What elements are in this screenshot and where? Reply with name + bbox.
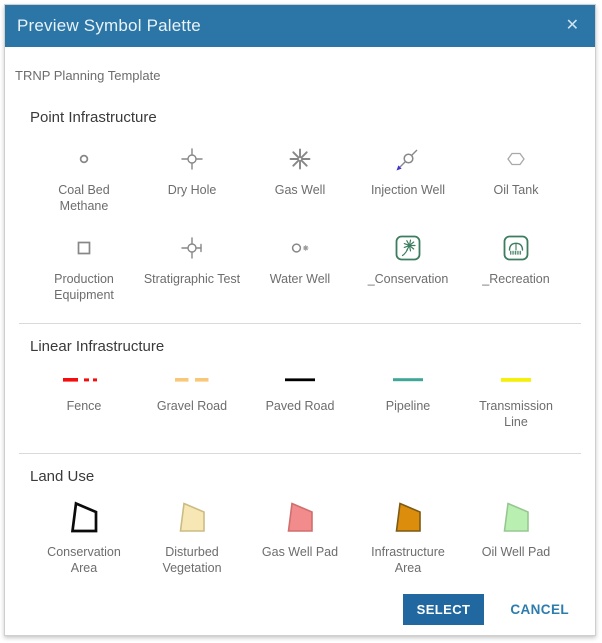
select-button[interactable]: SELECT (403, 594, 485, 625)
infrastructure-area-polygon-icon (390, 497, 426, 539)
dialog-title: Preview Symbol Palette (17, 16, 201, 36)
palette-item-pipeline: Pipeline (354, 355, 462, 431)
symbol-label: Water Well (270, 271, 330, 287)
water-well-icon (285, 230, 315, 266)
gas-well-pad-polygon-icon (282, 497, 318, 539)
stratigraphic-test-icon (177, 230, 207, 266)
palette-item-oil-tank: Oil Tank (462, 126, 570, 215)
point-symbol-grid: Coal Bed Methane Dry Hole (30, 126, 570, 303)
fence-line-icon (62, 367, 106, 393)
section-heading-landuse: Land Use (30, 468, 595, 485)
symbol-label: Pipeline (386, 398, 430, 414)
palette-item-transmission-line: Transmission Line (462, 355, 570, 431)
symbol-label: Gravel Road (157, 398, 227, 414)
pipeline-line-icon (392, 367, 424, 393)
section-heading-point: Point Infrastructure (30, 109, 595, 126)
palette-item-oil-well-pad: Oil Well Pad (462, 485, 570, 577)
section-divider (19, 323, 581, 324)
symbol-label: Oil Well Pad (482, 544, 551, 560)
palette-item-recreation-point: _Recreation (462, 215, 570, 304)
landuse-symbol-grid: Conservation Area Disturbed Vegetation G… (30, 485, 570, 577)
oil-tank-icon (501, 141, 531, 177)
symbol-label: Dry Hole (168, 182, 217, 198)
symbol-label: Injection Well (371, 182, 445, 198)
conservation-point-icon (393, 230, 423, 266)
palette-item-water-well: Water Well (246, 215, 354, 304)
cancel-button[interactable]: CANCEL (504, 601, 575, 618)
symbol-label: Production Equipment (34, 271, 134, 304)
disturbed-vegetation-polygon-icon (174, 497, 210, 539)
symbol-label: Coal Bed Methane (34, 182, 134, 215)
injection-well-icon (393, 141, 423, 177)
palette-item-stratigraphic-test: Stratigraphic Test (138, 215, 246, 304)
palette-item-conservation-area: Conservation Area (30, 485, 138, 577)
palette-item-infrastructure-area: Infrastructure Area (354, 485, 462, 577)
production-equipment-icon (69, 230, 99, 266)
conservation-area-polygon-icon (66, 497, 102, 539)
palette-item-fence: Fence (30, 355, 138, 431)
dialog-header: Preview Symbol Palette ✕ (5, 5, 595, 47)
palette-item-gravel-road: Gravel Road (138, 355, 246, 431)
symbol-label: Transmission Line (466, 398, 566, 431)
coal-bed-methane-icon (69, 141, 99, 177)
palette-item-injection-well: Injection Well (354, 126, 462, 215)
recreation-point-icon (501, 230, 531, 266)
symbol-label: Fence (67, 398, 102, 414)
linear-symbol-grid: Fence Gravel Road Paved Road (30, 355, 570, 431)
paved-road-line-icon (284, 367, 316, 393)
symbol-label: Gas Well (275, 182, 325, 198)
dialog-footer: SELECT CANCEL (403, 594, 575, 625)
dry-hole-icon (177, 141, 207, 177)
symbol-label: _Recreation (482, 271, 549, 287)
palette-item-gas-well: Gas Well (246, 126, 354, 215)
transmission-line-icon (500, 367, 532, 393)
palette-item-disturbed-vegetation: Disturbed Vegetation (138, 485, 246, 577)
symbol-label: Gas Well Pad (262, 544, 338, 560)
screen: Preview Symbol Palette ✕ TRNP Planning T… (0, 0, 602, 643)
template-name: TRNP Planning Template (5, 47, 595, 83)
symbol-label: Stratigraphic Test (144, 271, 240, 287)
palette-item-paved-road: Paved Road (246, 355, 354, 431)
palette-item-production-equipment: Production Equipment (30, 215, 138, 304)
symbol-label: Disturbed Vegetation (142, 544, 242, 577)
section-heading-linear: Linear Infrastructure (30, 338, 595, 355)
palette-item-coal-bed-methane: Coal Bed Methane (30, 126, 138, 215)
gas-well-icon (285, 141, 315, 177)
symbol-label: Infrastructure Area (358, 544, 458, 577)
oil-well-pad-polygon-icon (498, 497, 534, 539)
gravel-road-line-icon (175, 367, 209, 393)
preview-symbol-palette-dialog: Preview Symbol Palette ✕ TRNP Planning T… (4, 4, 596, 636)
symbol-label: Oil Tank (494, 182, 539, 198)
symbol-label: Paved Road (266, 398, 335, 414)
palette-item-dry-hole: Dry Hole (138, 126, 246, 215)
close-icon[interactable]: ✕ (566, 18, 579, 34)
palette-item-conservation-point: _Conservation (354, 215, 462, 304)
symbol-label: Conservation Area (34, 544, 134, 577)
symbol-label: _Conservation (368, 271, 449, 287)
palette-item-gas-well-pad: Gas Well Pad (246, 485, 354, 577)
section-divider (19, 453, 581, 454)
